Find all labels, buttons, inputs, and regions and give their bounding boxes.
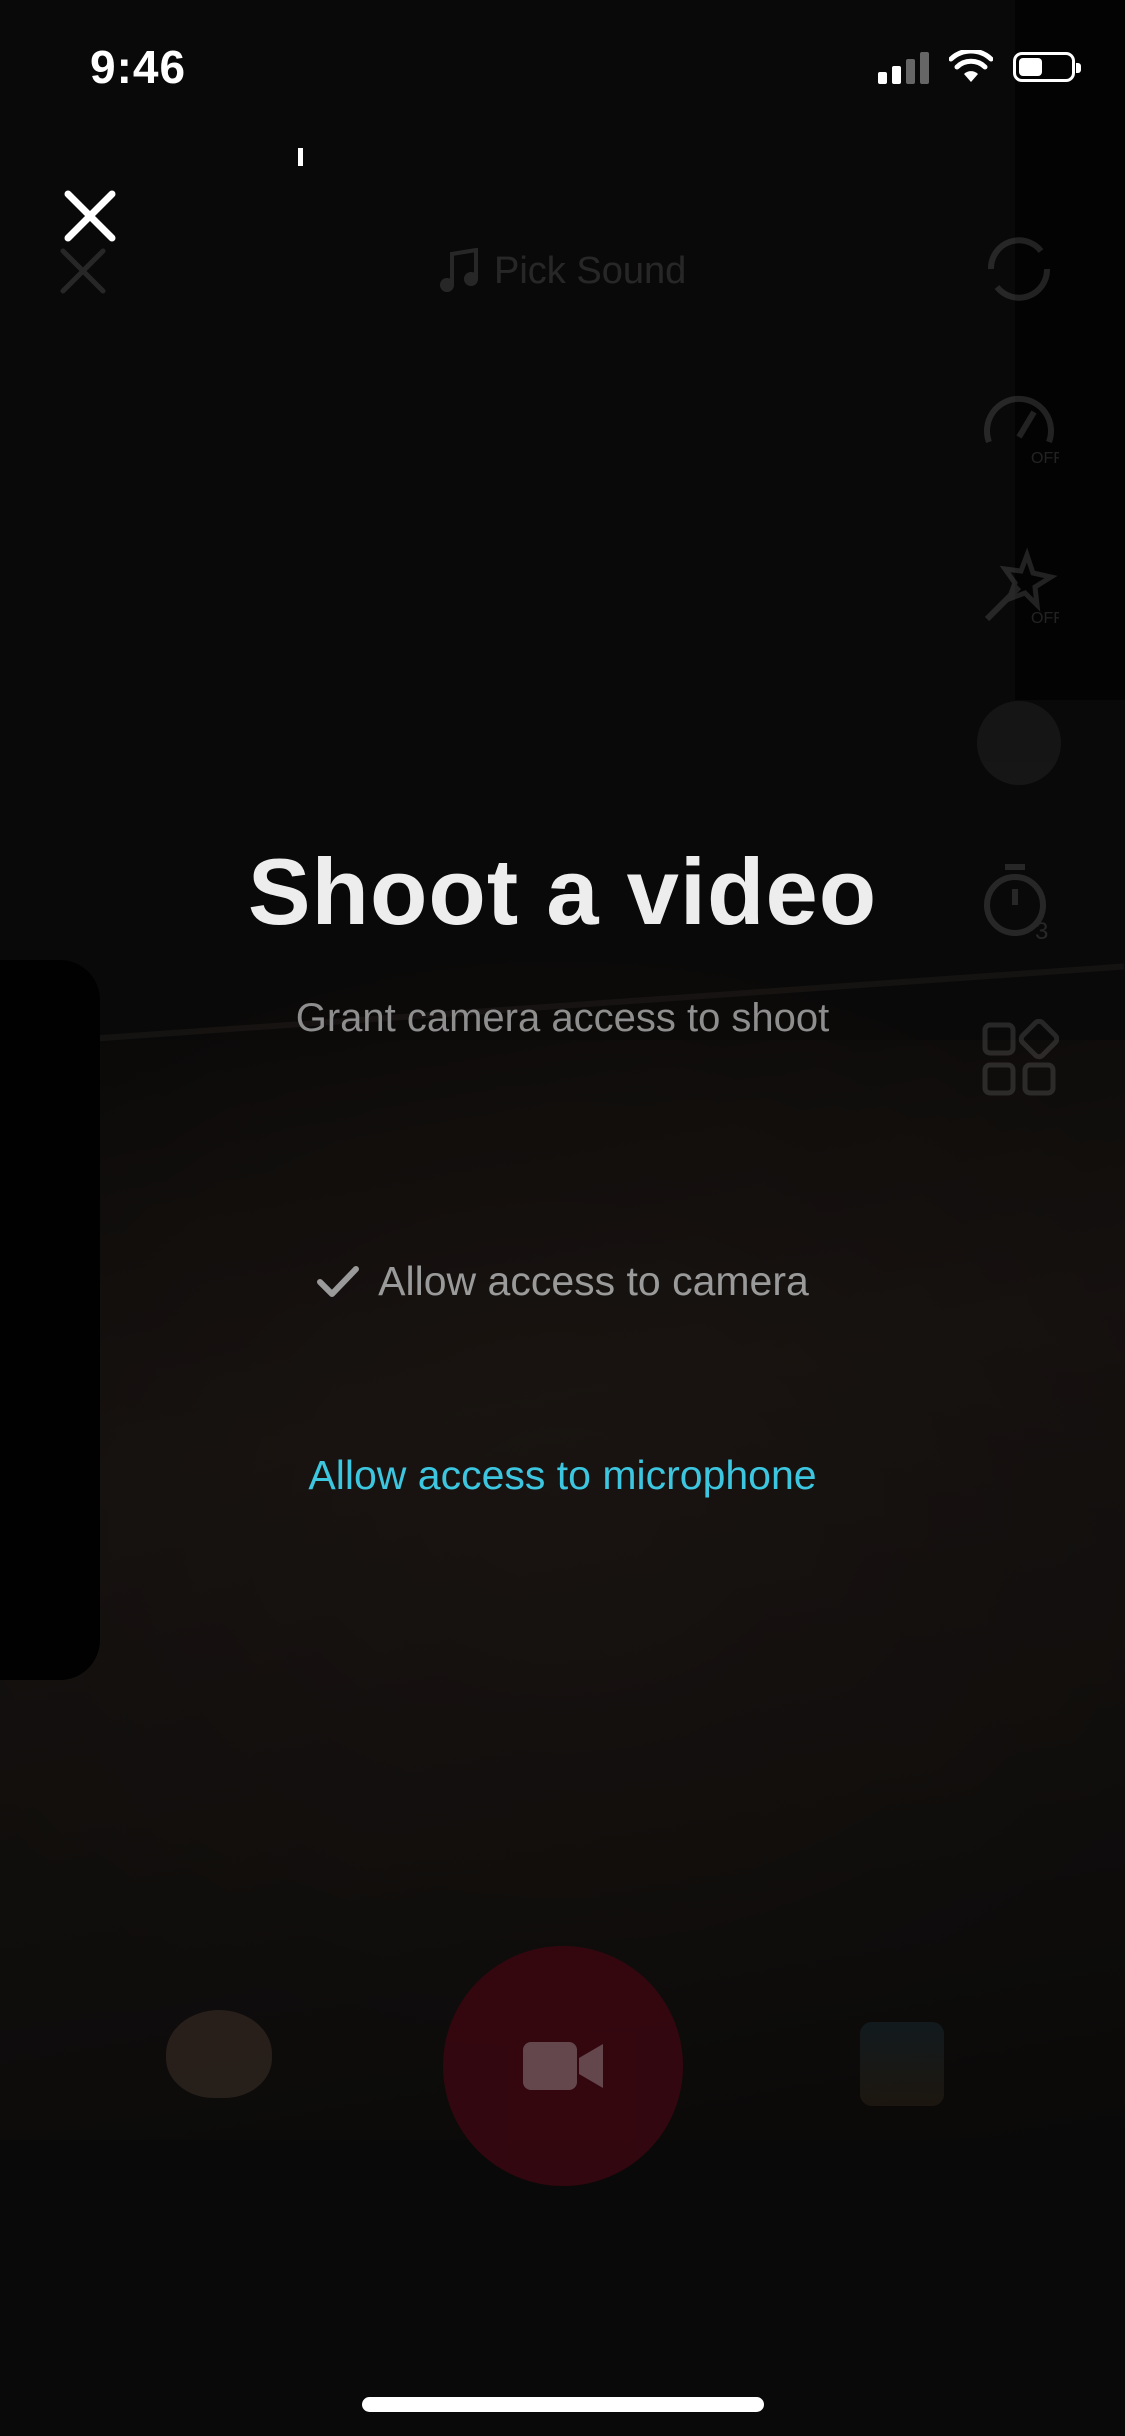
filter-thumbnail xyxy=(977,701,1061,785)
page-title: Shoot a video xyxy=(247,839,878,944)
beauty-off-badge: OFF xyxy=(1031,610,1059,625)
checkmark-icon xyxy=(317,1265,360,1297)
filters-tool xyxy=(973,699,1065,787)
status-icons xyxy=(878,50,1081,84)
record-button xyxy=(443,1946,683,2186)
speed-tool: OFF xyxy=(973,383,1065,471)
battery-icon xyxy=(1013,52,1081,82)
flip-camera-icon xyxy=(987,237,1051,301)
music-note-icon xyxy=(440,248,478,292)
close-button[interactable] xyxy=(62,188,118,244)
status-time: 9:46 xyxy=(90,41,187,93)
camera-access-status: Allow access to camera xyxy=(0,1258,1125,1305)
home-indicator[interactable] xyxy=(362,2397,764,2412)
cellular-signal-icon xyxy=(878,50,929,84)
speed-off-badge: OFF xyxy=(1031,450,1059,467)
video-camera-icon xyxy=(523,2042,603,2090)
camera-access-label: Allow access to camera xyxy=(378,1258,809,1304)
progress-marker xyxy=(298,148,303,166)
pick-sound-label: Pick Sound xyxy=(494,249,687,292)
allow-microphone-link[interactable]: Allow access to microphone xyxy=(0,1452,1125,1499)
camera-close-icon xyxy=(60,248,106,294)
speedometer-icon: OFF xyxy=(984,395,1059,467)
flip-camera-tool xyxy=(973,225,1065,313)
pick-sound-button: Pick Sound xyxy=(438,248,686,294)
beauty-tool: OFF xyxy=(973,541,1065,629)
battery-level-fill xyxy=(1019,58,1042,76)
camera-tools: OFF OFF 3 xyxy=(973,225,1065,1103)
effects-face-icon xyxy=(166,2010,272,2098)
wifi-icon xyxy=(949,50,993,82)
page-subtitle: Grant camera access to shoot xyxy=(295,996,830,1040)
magic-wand-icon: OFF xyxy=(984,547,1059,625)
upload-thumbnail xyxy=(860,2022,944,2106)
